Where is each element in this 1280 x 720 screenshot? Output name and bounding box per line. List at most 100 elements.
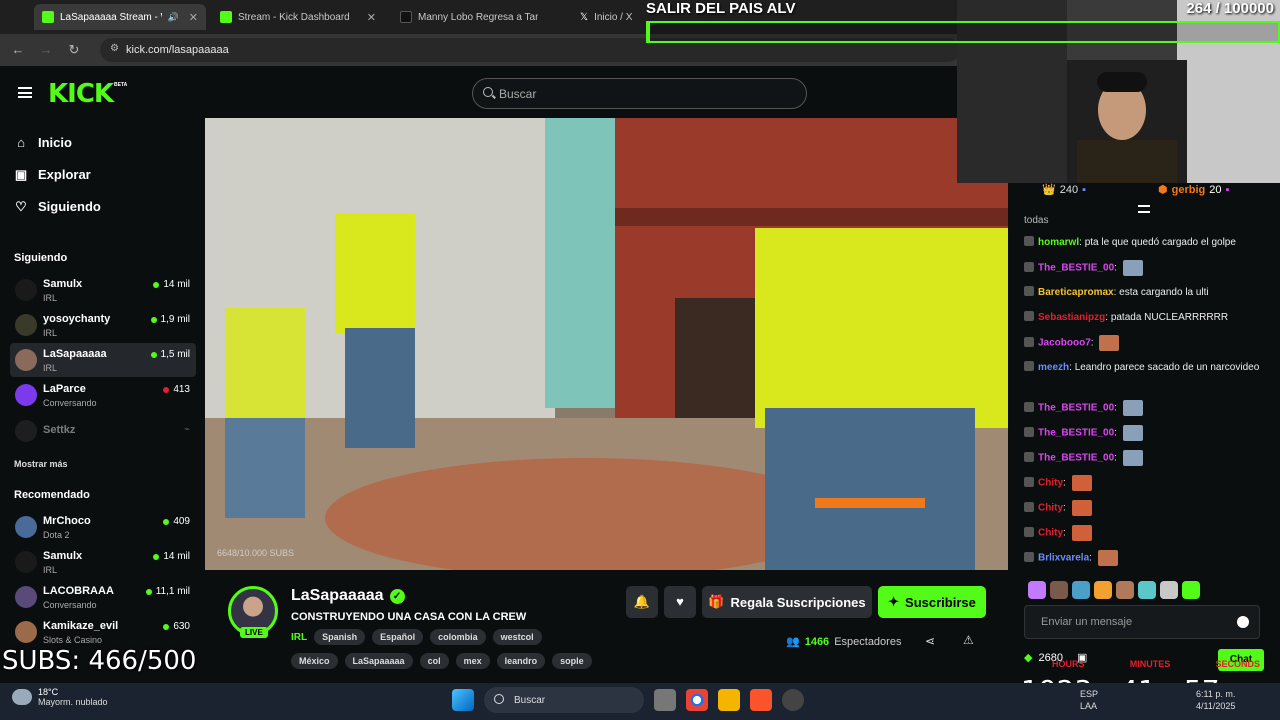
chat-colon: :: [1063, 502, 1069, 514]
chat-colon: :: [1114, 452, 1120, 464]
task-view-icon[interactable]: [654, 689, 676, 711]
close-tab-icon[interactable]: ✕: [363, 11, 376, 24]
video-player[interactable]: 6648/10.000 SUBS: [205, 118, 1008, 570]
forward-icon[interactable]: →: [38, 42, 54, 57]
weather-widget[interactable]: 18°C Mayorm. nublado: [12, 687, 108, 707]
back-icon[interactable]: ←: [10, 42, 26, 57]
chat-username[interactable]: Chity: [1038, 503, 1063, 514]
pinned-gifter-2[interactable]: ⬢ gerbig 20 ▪: [1158, 183, 1230, 197]
badge-icon: ⬢: [1158, 184, 1168, 196]
tag[interactable]: México: [291, 653, 338, 669]
chat-username[interactable]: Bareticapromax: [1038, 287, 1114, 298]
chat-username[interactable]: The_BESTIE_00: [1038, 453, 1114, 464]
tab-dashboard[interactable]: Stream - Kick Dashboard ✕: [212, 4, 384, 30]
emote-icon[interactable]: [1050, 581, 1068, 599]
windows-start-icon[interactable]: [452, 689, 474, 711]
file-explorer-icon[interactable]: [718, 689, 740, 711]
emote-icon[interactable]: [1072, 581, 1090, 599]
chat-username[interactable]: Sebastianipzg: [1038, 312, 1105, 323]
video-frame: [205, 118, 1008, 570]
gift-icon: 🎁: [708, 594, 725, 609]
close-tab-icon[interactable]: ✕: [185, 11, 198, 24]
viewer-count: 1,5 mil: [150, 349, 190, 360]
viewer-count: 1466: [804, 635, 830, 648]
gift-label: Regala Suscripciones: [730, 594, 866, 610]
sidebar-channel-lasapaaaaa[interactable]: LaSapaaaaa IRL 1,5 mil: [10, 343, 196, 377]
chat-input[interactable]: Enviar un mensaje: [1024, 605, 1260, 639]
tag[interactable]: Spanish: [314, 629, 366, 645]
chrome-icon[interactable]: [686, 689, 708, 711]
tag[interactable]: colombia: [430, 629, 486, 645]
chat-username[interactable]: The_BESTIE_00: [1038, 428, 1114, 439]
chat-username[interactable]: Chity: [1038, 528, 1063, 539]
chat-username[interactable]: The_BESTIE_00: [1038, 263, 1114, 274]
tag[interactable]: sople: [552, 653, 592, 669]
channel-name: Kamikaze_evil: [43, 620, 119, 632]
tags-row-2: México LaSapaaaaa col mex leandro sople: [291, 653, 592, 669]
emote-icon[interactable]: [1116, 581, 1134, 599]
avatar: [15, 279, 37, 301]
tab-active[interactable]: LaSapaaaaa Stream - Wa 🔊 ✕: [34, 4, 206, 30]
obs-icon[interactable]: [782, 689, 804, 711]
sidebar-channel-mrchoco[interactable]: MrChoco Dota 2 409: [10, 510, 196, 544]
kick-logo[interactable]: KICK: [48, 81, 114, 107]
subscribe-button[interactable]: ✦ Suscribirse: [878, 586, 986, 618]
emote-icon: [1122, 450, 1143, 466]
notification-bell-button[interactable]: 🔔: [626, 586, 658, 618]
sidebar-channel-samulx[interactable]: Samulx IRL 14 mil: [10, 273, 196, 307]
chat-username[interactable]: homarwl: [1038, 237, 1079, 248]
sidebar-channel-laparce[interactable]: LaParce Conversando 413: [10, 378, 196, 412]
tag[interactable]: leandro: [496, 653, 546, 669]
sidebar-channel-lacobraaa[interactable]: LACOBRAAA Conversando 11,1 mil: [10, 580, 196, 614]
share-icon[interactable]: ⋖: [925, 634, 935, 648]
avatar: [15, 586, 37, 608]
chat-username[interactable]: meezh: [1038, 362, 1069, 373]
category-link[interactable]: IRL: [291, 632, 307, 643]
show-more-link[interactable]: Mostrar más: [14, 459, 68, 469]
speaker-icon[interactable]: 🔊: [168, 12, 179, 23]
tag[interactable]: col: [419, 653, 449, 669]
emoji-icon[interactable]: [1237, 616, 1249, 628]
emote-icon[interactable]: [1160, 581, 1178, 599]
sidebar-channel-settkz[interactable]: Settkz ⌁: [10, 414, 196, 448]
nav-explorar[interactable]: ▣ Explorar: [14, 167, 91, 182]
sidebar-channel-yosoychanty[interactable]: yosoychanty IRL 1,9 mil: [10, 308, 196, 342]
clock[interactable]: 6:11 p. m. 4/11/2025: [1196, 688, 1235, 712]
kick-header: KICK BETA Buscar: [0, 66, 1010, 118]
sidebar-channel-kamikaze-evil[interactable]: Kamikaze_evil Slots & Casino 630: [10, 615, 196, 649]
tag[interactable]: LaSapaaaaa: [344, 653, 413, 669]
search-input[interactable]: Buscar: [472, 78, 807, 109]
collapse-icon[interactable]: [1138, 205, 1150, 213]
chat-username[interactable]: The_BESTIE_00: [1038, 403, 1114, 414]
report-icon[interactable]: ⚠: [963, 633, 974, 647]
system-tray[interactable]: ESP LAA: [1080, 688, 1098, 712]
chat-username[interactable]: Brlixvarela: [1038, 553, 1089, 564]
emote-icon[interactable]: [1138, 581, 1156, 599]
chat-username[interactable]: Chity: [1038, 478, 1063, 489]
search-icon: [483, 87, 493, 97]
tab-tiktok[interactable]: Manny Lobo Regresa a Tarim: [392, 4, 564, 30]
site-info-icon[interactable]: ⚙: [110, 43, 119, 54]
sidebar-channel-samulx-rec[interactable]: Samulx IRL 14 mil: [10, 545, 196, 579]
nav-inicio[interactable]: ⌂ Inicio: [14, 135, 72, 150]
channel-title[interactable]: LaSapaaaaa ✓: [291, 587, 405, 605]
reload-icon[interactable]: ↻: [66, 42, 82, 58]
tag[interactable]: mex: [455, 653, 490, 669]
emote-icon[interactable]: [1028, 581, 1046, 599]
nav-siguiendo[interactable]: ♡ Siguiendo: [14, 199, 101, 214]
taskbar-search[interactable]: Buscar: [484, 687, 644, 713]
emote-icon[interactable]: [1094, 581, 1112, 599]
gift-subs-button[interactable]: 🎁 Regala Suscripciones: [702, 586, 872, 618]
emote-icon[interactable]: [1182, 581, 1200, 599]
tag[interactable]: westcol: [492, 629, 542, 645]
viewer-count: 1,9 mil: [150, 314, 190, 325]
brave-icon[interactable]: [750, 689, 772, 711]
chat-username[interactable]: Jacobooo7: [1038, 338, 1091, 349]
tag[interactable]: Español: [372, 629, 424, 645]
emote-icon: [1122, 260, 1143, 276]
sub-badge-icon: ▪: [1225, 183, 1230, 196]
menu-icon[interactable]: [18, 87, 32, 98]
tab-x[interactable]: 𝕏 Inicio / X: [572, 4, 656, 30]
follow-heart-button[interactable]: ♥: [664, 586, 696, 618]
pinned-gifter-1[interactable]: 👑 240 ▪: [1042, 183, 1086, 197]
